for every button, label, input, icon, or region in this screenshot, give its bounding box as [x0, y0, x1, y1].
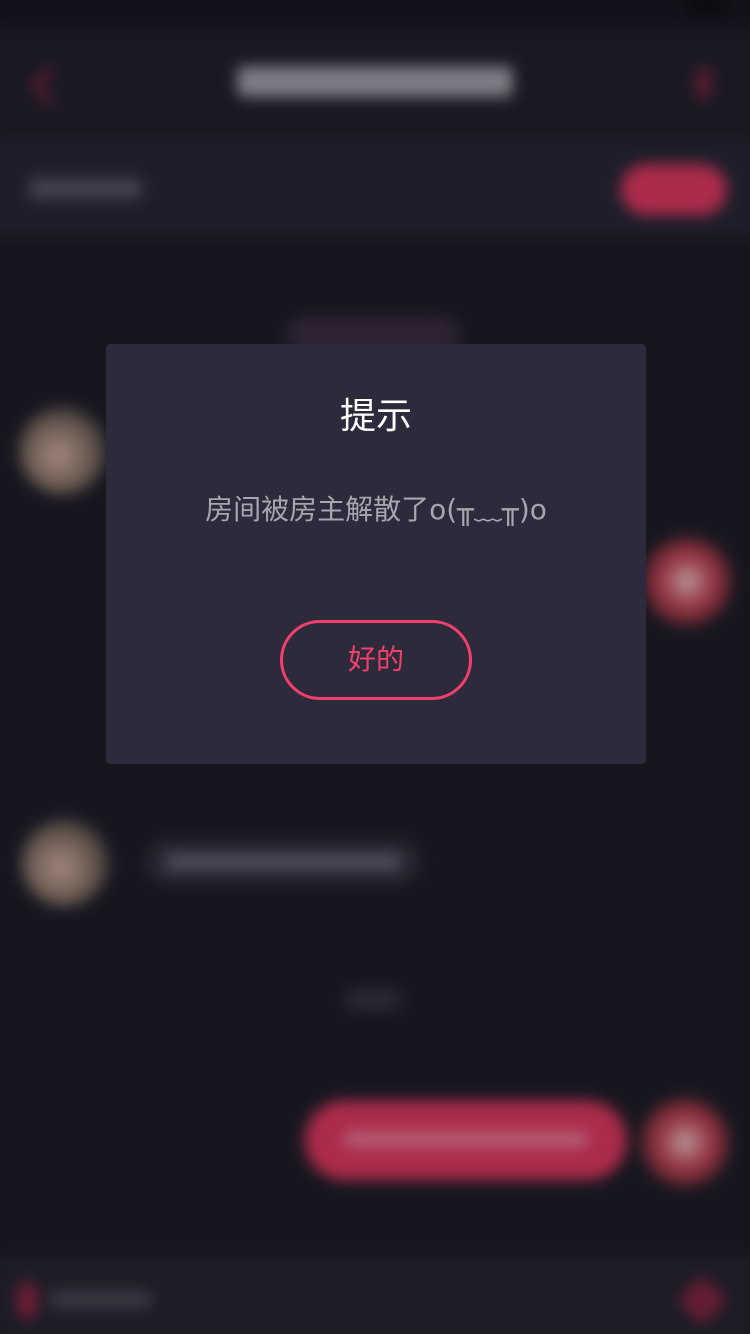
ok-button[interactable]: 好的 [280, 620, 472, 700]
dialog-title: 提示 [339, 396, 412, 437]
alert-dialog: 提示 房间被房主解散了o(╥﹏╥)o 好的 [106, 344, 646, 764]
dialog-message: 房间被房主解散了o(╥﹏╥)o [205, 493, 547, 526]
screen: 提示 房间被房主解散了o(╥﹏╥)o 好的 [0, 0, 750, 1334]
